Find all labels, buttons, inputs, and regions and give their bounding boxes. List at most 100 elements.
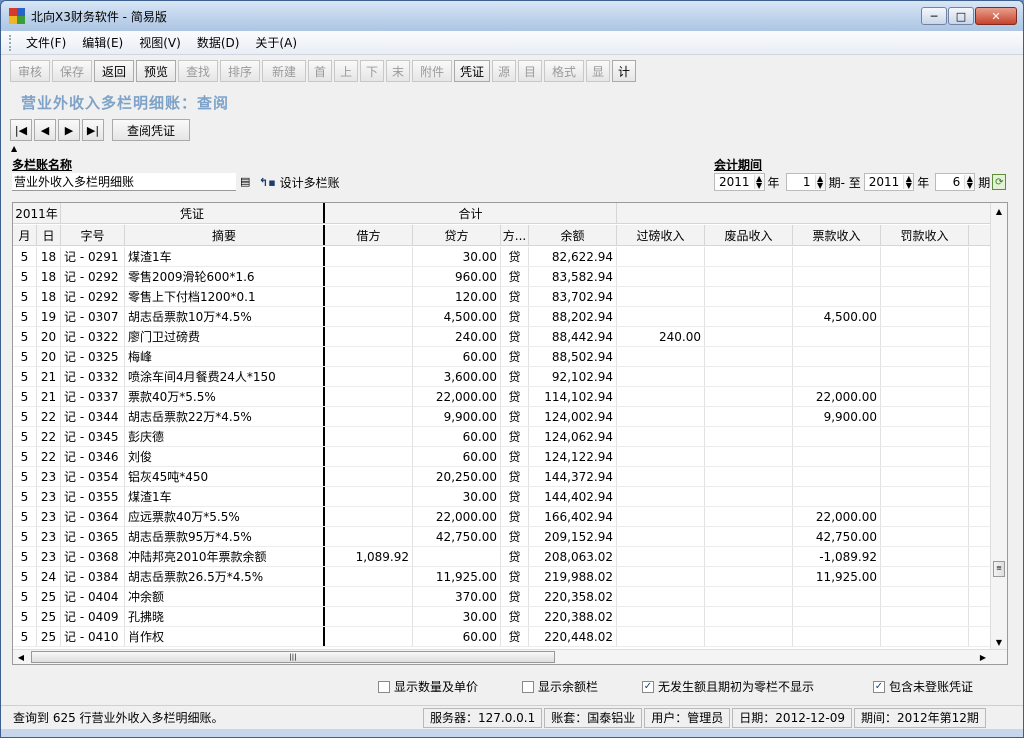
table-row[interactable]: 5 24 记 - 0384 胡志岳票款26.5万*4.5% 11,925.00 贷 219,… xyxy=(13,567,991,587)
column-header[interactable]: 字号 xyxy=(61,225,125,245)
table-row[interactable]: 5 22 记 - 0344 胡志岳票款22万*4.5% 9,900.00 贷 124,002… xyxy=(13,407,991,427)
toolbar-button[interactable]: 上 xyxy=(334,60,358,82)
toolbar-button[interactable]: 凭证 xyxy=(454,60,490,82)
close-button[interactable]: ✕ xyxy=(975,7,1017,25)
table-row[interactable]: 5 21 记 - 0332 喷涂车间4月餐费24人*150 3,600.00 贷 92,10… xyxy=(13,367,991,387)
start-year-spinner[interactable]: 2011 ▲ ▼ xyxy=(714,173,765,191)
refresh-icon[interactable]: ⟳ xyxy=(992,174,1007,190)
view-voucher-button[interactable]: 查阅凭证 xyxy=(112,119,190,141)
toolbar-button[interactable]: 预览 xyxy=(136,60,176,82)
next-record-button[interactable]: ▶ xyxy=(58,119,80,141)
menu-about[interactable]: 关于(A) xyxy=(247,34,305,51)
first-record-button[interactable]: |◀ xyxy=(10,119,32,141)
spin-arrows-icon[interactable]: ▲ ▼ xyxy=(753,175,764,190)
toolbar-button[interactable]: 查找 xyxy=(178,60,218,82)
vertical-scrollbar[interactable]: ▲ ≡ ▼ xyxy=(990,203,1007,651)
table-row[interactable]: 5 23 记 - 0354 铝灰45吨*450 20,250.00 贷 144,372.94 xyxy=(13,467,991,487)
column-header[interactable]: 日 xyxy=(37,225,61,245)
checkbox-box[interactable] xyxy=(378,680,390,693)
start-period-spinner[interactable]: 1 ▲ ▼ xyxy=(785,173,826,191)
table-cell: 88,442.94 xyxy=(529,327,617,346)
column-header[interactable]: 贷方 xyxy=(413,225,501,245)
scroll-up-icon[interactable]: ▲ xyxy=(991,203,1007,219)
table-row[interactable]: 5 19 记 - 0307 胡志岳票款10万*4.5% 4,500.00 贷 88,202.… xyxy=(13,307,991,327)
column-header[interactable]: 摘要 xyxy=(125,225,325,245)
table-row[interactable]: 5 23 记 - 0368 冲陆邦亮2010年票款余额 1,089.92 贷 208,063… xyxy=(13,547,991,567)
menu-edit[interactable]: 编辑(E) xyxy=(74,34,131,51)
horizontal-scrollbar[interactable]: ◀ ||| ▶ xyxy=(13,649,1007,664)
table-row[interactable]: 5 18 记 - 0291 煤渣1车 30.00 贷 82,622.94 xyxy=(13,247,991,267)
toolbar-button[interactable]: 显 xyxy=(586,60,610,82)
show-balance-checkbox[interactable]: 显示余额栏 xyxy=(522,678,598,695)
table-row[interactable]: 5 25 记 - 0404 冲余额 370.00 贷 220,358.02 xyxy=(13,587,991,607)
end-year-spinner[interactable]: 2011 ▲ ▼ xyxy=(863,173,915,191)
toolbar-button[interactable]: 附件 xyxy=(412,60,452,82)
table-row[interactable]: 5 20 记 - 0322 廖门卫过磅费 240.00 贷 88,442.94 240.00 xyxy=(13,327,991,347)
column-header[interactable]: 月 xyxy=(13,225,37,245)
column-header[interactable] xyxy=(969,225,991,245)
toolbar-button[interactable]: 计 xyxy=(612,60,636,82)
show-qty-checkbox[interactable]: 显示数量及单价 xyxy=(378,678,478,695)
toolbar-button[interactable]: 源 xyxy=(492,60,516,82)
toolbar-button[interactable]: 审核 xyxy=(10,60,50,82)
table-cell xyxy=(705,607,793,626)
column-header[interactable]: 借方 xyxy=(325,225,413,245)
table-row[interactable]: 5 22 记 - 0346 刘俊 60.00 贷 124,122.94 xyxy=(13,447,991,467)
toolbar-button[interactable]: 排序 xyxy=(220,60,260,82)
table-row[interactable]: 5 18 记 - 0292 零售2009滑轮600*1.6 960.00 贷 83,582.… xyxy=(13,267,991,287)
checkbox-box[interactable] xyxy=(522,680,534,693)
table-cell: 960.00 xyxy=(413,267,501,286)
scroll-right-icon[interactable]: ▶ xyxy=(975,650,991,664)
hide-zero-checkbox[interactable]: ✓ 无发生额且期初为零栏不显示 xyxy=(642,678,814,695)
column-header[interactable]: 票款收入 xyxy=(793,225,881,245)
spin-arrows-icon[interactable]: ▲ ▼ xyxy=(903,175,914,190)
checkbox-box[interactable]: ✓ xyxy=(642,680,654,693)
column-header[interactable]: 方... xyxy=(501,225,529,245)
include-unposted-checkbox[interactable]: ✓ 包含未登账凭证 xyxy=(873,678,973,695)
menu-data[interactable]: 数据(D) xyxy=(189,34,248,51)
menu-view[interactable]: 视图(V) xyxy=(131,34,189,51)
table-row[interactable]: 5 25 记 - 0410 肖作权 60.00 贷 220,448.02 xyxy=(13,627,991,647)
toolbar-button[interactable]: 下 xyxy=(360,60,384,82)
column-header[interactable]: 过磅收入 xyxy=(617,225,705,245)
table-row[interactable]: 5 18 记 - 0292 零售上下付档1200*0.1 120.00 贷 83,702.9… xyxy=(13,287,991,307)
toolbar-button[interactable]: 目 xyxy=(518,60,542,82)
checkbox-box[interactable]: ✓ xyxy=(873,680,885,693)
menu-file[interactable]: 文件(F) xyxy=(18,34,74,51)
maximize-button[interactable]: □ xyxy=(948,7,974,25)
table-cell xyxy=(325,567,413,586)
toolbar-button[interactable]: 新建 xyxy=(262,60,306,82)
prev-record-button[interactable]: ◀ xyxy=(34,119,56,141)
collapse-arrow-icon[interactable]: ▲ xyxy=(11,144,17,153)
notepad-icon[interactable]: ▤ xyxy=(240,175,250,188)
column-header[interactable]: 余额 xyxy=(529,225,617,245)
toolbar-button[interactable]: 格式 xyxy=(544,60,584,82)
table-row[interactable]: 5 23 记 - 0355 煤渣1车 30.00 贷 144,402.94 xyxy=(13,487,991,507)
table-row[interactable]: 5 23 记 - 0364 应远票款40万*5.5% 22,000.00 贷 166,402… xyxy=(13,507,991,527)
table-row[interactable]: 5 21 记 - 0337 票款40万*5.5% 22,000.00 贷 114,102.9… xyxy=(13,387,991,407)
vertical-scroll-thumb[interactable]: ≡ xyxy=(993,561,1005,577)
title-bar[interactable]: 北向X3财务软件 - 简易版 ─ □ ✕ xyxy=(1,1,1023,31)
last-record-button[interactable]: ▶| xyxy=(82,119,104,141)
end-period-spinner[interactable]: 6 ▲ ▼ xyxy=(935,173,976,191)
minimize-button[interactable]: ─ xyxy=(921,7,947,25)
table-cell: 23 xyxy=(37,547,61,566)
column-header[interactable]: 罚款收入 xyxy=(881,225,969,245)
toolbar-button[interactable]: 返回 xyxy=(94,60,134,82)
scroll-down-icon[interactable]: ▼ xyxy=(991,634,1007,650)
scroll-left-icon[interactable]: ◀ xyxy=(13,650,29,664)
spin-arrows-icon[interactable]: ▲ ▼ xyxy=(814,175,825,190)
toolbar-button[interactable]: 首 xyxy=(308,60,332,82)
toolbar-button[interactable]: 末 xyxy=(386,60,410,82)
toolbar-button[interactable]: 保存 xyxy=(52,60,92,82)
spin-arrows-icon[interactable]: ▲ ▼ xyxy=(964,175,975,190)
horizontal-scroll-thumb[interactable]: ||| xyxy=(31,651,555,663)
ledger-name-input[interactable] xyxy=(12,173,236,191)
column-header[interactable]: 废品收入 xyxy=(705,225,793,245)
table-row[interactable]: 5 20 记 - 0325 梅峰 60.00 贷 88,502.94 xyxy=(13,347,991,367)
table-row[interactable]: 5 25 记 - 0409 孔拂晓 30.00 贷 220,388.02 xyxy=(13,607,991,627)
design-ledger-link[interactable]: ↰▪ 设计多栏账 xyxy=(259,174,340,191)
year-unit-label: 年 xyxy=(767,175,780,190)
table-row[interactable]: 5 22 记 - 0345 彭庆德 60.00 贷 124,062.94 xyxy=(13,427,991,447)
table-row[interactable]: 5 23 记 - 0365 胡志岳票款95万*4.5% 42,750.00 贷 209,15… xyxy=(13,527,991,547)
